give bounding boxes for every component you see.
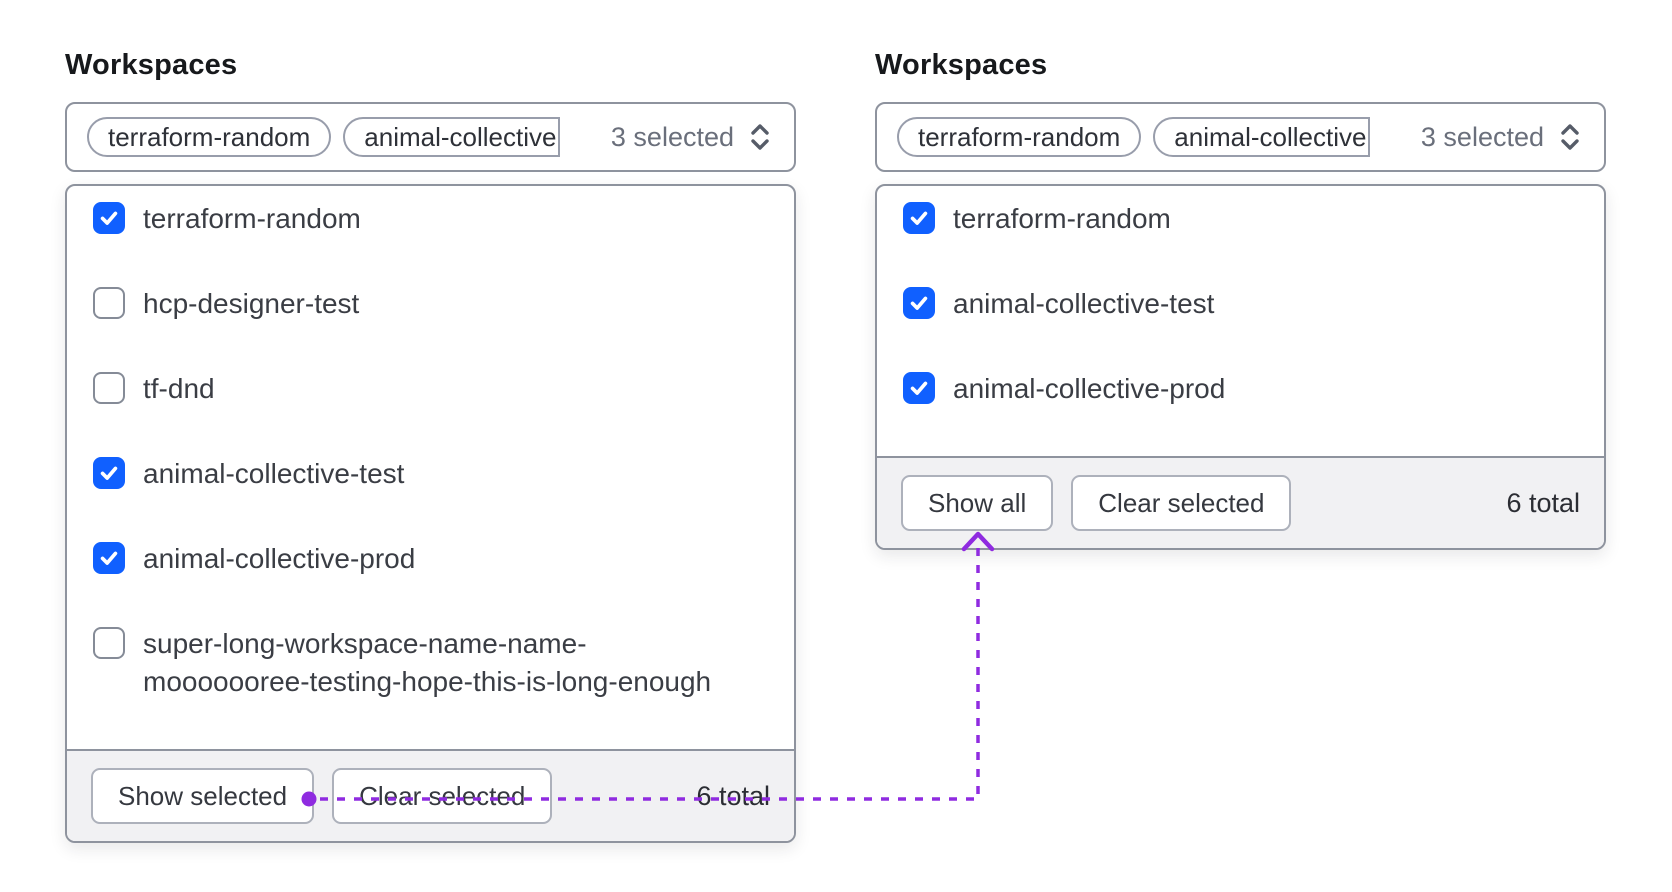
checkbox[interactable] bbox=[903, 202, 935, 234]
total-count-label: 6 total bbox=[696, 780, 770, 811]
checkbox[interactable] bbox=[93, 287, 125, 319]
checkbox[interactable] bbox=[93, 372, 125, 404]
option-label: hcp-designer-test bbox=[143, 288, 360, 319]
workspaces-select-trigger[interactable]: terraform-random animal-collective 3 sel… bbox=[875, 102, 1606, 172]
option-label: animal-collective-test bbox=[143, 458, 405, 489]
option-label-line: mooooooree-testing-hope-this-is-long-eno… bbox=[143, 666, 712, 697]
option-label: animal-collective-prod bbox=[143, 543, 416, 574]
options-list: terraform-random hcp-designer-test tf-dn… bbox=[67, 186, 794, 749]
workspaces-dropdown: terraform-random animal-collective-test … bbox=[875, 184, 1606, 550]
workspaces-select-trigger[interactable]: terraform-random animal-collective 3 sel… bbox=[65, 102, 796, 172]
checkbox[interactable] bbox=[93, 542, 125, 574]
option-label: terraform-random bbox=[953, 203, 1171, 234]
workspaces-multiselect-before: Workspaces terraform-random animal-colle… bbox=[65, 48, 796, 843]
option-animal-collective-test[interactable]: animal-collective-test bbox=[93, 455, 768, 493]
selected-tag-truncated: animal-collective bbox=[1153, 117, 1371, 157]
show-all-button[interactable]: Show all bbox=[901, 475, 1054, 531]
option-animal-collective-prod[interactable]: animal-collective-prod bbox=[903, 370, 1578, 408]
option-hcp-designer-test[interactable]: hcp-designer-test bbox=[93, 285, 768, 323]
selection-summary: 3 selected bbox=[1421, 121, 1584, 153]
option-label: terraform-random bbox=[143, 203, 361, 234]
option-tf-dnd[interactable]: tf-dnd bbox=[93, 370, 768, 408]
checkbox[interactable] bbox=[93, 627, 125, 659]
total-count-label: 6 total bbox=[1506, 487, 1580, 518]
option-label: animal-collective-prod bbox=[953, 373, 1226, 404]
option-label: tf-dnd bbox=[143, 373, 215, 404]
workspaces-multiselect-after: Workspaces terraform-random animal-colle… bbox=[875, 48, 1606, 550]
page-title: Workspaces bbox=[875, 49, 1048, 81]
checkbox[interactable] bbox=[93, 457, 125, 489]
clear-selected-button[interactable]: Clear selected bbox=[332, 768, 553, 824]
option-terraform-random[interactable]: terraform-random bbox=[93, 200, 768, 238]
show-selected-button[interactable]: Show selected bbox=[91, 768, 315, 824]
chevron-up-down-icon bbox=[1556, 121, 1584, 153]
option-label-line: super-long-workspace-name-name- bbox=[143, 628, 587, 659]
option-animal-collective-prod[interactable]: animal-collective-prod bbox=[93, 540, 768, 578]
selected-tag: terraform-random bbox=[897, 117, 1142, 157]
chevron-up-down-icon bbox=[746, 121, 774, 153]
workspaces-dropdown: terraform-random hcp-designer-test tf-dn… bbox=[65, 184, 796, 843]
option-super-long-workspace[interactable]: super-long-workspace-name-name- moooooor… bbox=[93, 625, 768, 701]
clear-selected-button[interactable]: Clear selected bbox=[1071, 475, 1292, 531]
option-label: animal-collective-test bbox=[953, 288, 1215, 319]
dropdown-footer: Show all Clear selected 6 total bbox=[877, 456, 1604, 548]
dropdown-footer: Show selected Clear selected 6 total bbox=[67, 749, 794, 841]
page-title: Workspaces bbox=[65, 49, 238, 81]
selected-tag-truncated: animal-collective bbox=[343, 117, 561, 157]
checkbox[interactable] bbox=[903, 287, 935, 319]
selected-tag: terraform-random bbox=[87, 117, 332, 157]
option-animal-collective-test[interactable]: animal-collective-test bbox=[903, 285, 1578, 323]
options-list: terraform-random animal-collective-test … bbox=[877, 186, 1604, 456]
checkbox[interactable] bbox=[93, 202, 125, 234]
checkbox[interactable] bbox=[903, 372, 935, 404]
option-label: super-long-workspace-name-name- moooooor… bbox=[143, 625, 711, 701]
option-terraform-random[interactable]: terraform-random bbox=[903, 200, 1578, 238]
selected-count-label: 3 selected bbox=[610, 121, 734, 152]
selection-summary: 3 selected bbox=[611, 121, 774, 153]
selected-count-label: 3 selected bbox=[1420, 121, 1544, 152]
